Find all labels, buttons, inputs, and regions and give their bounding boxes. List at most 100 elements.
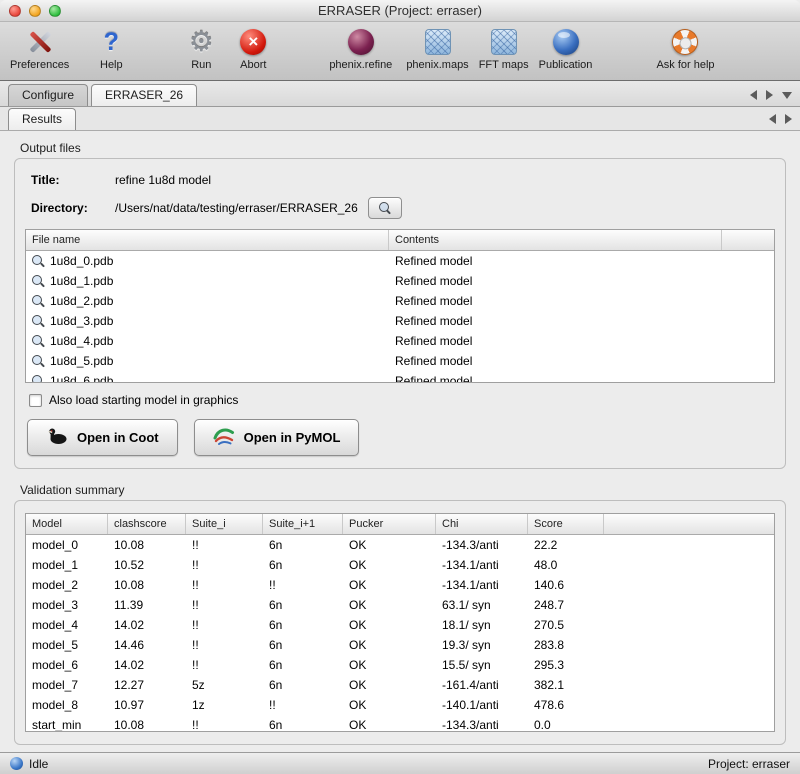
toolbar-label: phenix.maps (406, 59, 468, 71)
pucker-cell: OK (343, 715, 436, 731)
open-in-pymol-button[interactable]: Open in PyMOL (194, 419, 360, 456)
toolbar-button-publication[interactable]: Publication (535, 26, 597, 71)
toolbar-button-phenix-maps[interactable]: phenix.maps (402, 26, 472, 71)
open-in-coot-button[interactable]: Open in Coot (27, 419, 178, 456)
magnifier-icon (31, 314, 45, 328)
group-title: Output files (20, 141, 786, 155)
maroon-sphere-icon (348, 29, 374, 55)
zoom-window-button[interactable] (49, 5, 61, 17)
toolbar-button-preferences[interactable]: Preferences (6, 26, 73, 71)
tab-configure[interactable]: Configure (8, 84, 88, 106)
score-cell: 0.0 (528, 715, 604, 731)
close-window-button[interactable] (9, 5, 21, 17)
validation-table-body: model_0 10.08 !! 6n OK -134.3/anti 22.2 (26, 535, 774, 731)
chi-cell: -134.3/anti (436, 715, 528, 731)
validation-row[interactable]: model_7 12.27 5z 6n OK -161.4/anti 382.1 (26, 675, 774, 695)
file-row[interactable]: 1u8d_6.pdb Refined model (26, 371, 774, 382)
validation-row[interactable]: model_2 10.08 !! !! OK -134.1/anti 140.6 (26, 575, 774, 595)
validation-row[interactable]: model_0 10.08 !! 6n OK -134.3/anti 22.2 (26, 535, 774, 555)
tab-nav-controls (750, 90, 792, 106)
group-title: Validation summary (20, 483, 786, 497)
validation-row[interactable]: model_1 10.52 !! 6n OK -134.1/anti 48.0 (26, 555, 774, 575)
toolbar-label: Ask for help (656, 59, 714, 71)
clashscore-cell: 11.39 (108, 595, 186, 615)
output-files-table-body: 1u8d_0.pdb Refined model 1u8d_1.pdb Refi… (26, 251, 774, 382)
minimize-window-button[interactable] (29, 5, 41, 17)
directory-row: Directory: /Users/nat/data/testing/erras… (31, 197, 775, 219)
validation-row[interactable]: model_8 10.97 1z !! OK -140.1/anti 478.6 (26, 695, 774, 715)
toolbar-button-abort[interactable]: × Abort (229, 26, 277, 71)
column-header-score[interactable]: Score (528, 514, 604, 534)
browse-directory-button[interactable] (368, 197, 402, 219)
coot-bird-icon (46, 425, 68, 450)
file-row[interactable]: 1u8d_3.pdb Refined model (26, 311, 774, 331)
clashscore-cell: 14.02 (108, 655, 186, 675)
suite-i-cell: !! (186, 555, 263, 575)
results-panel: Output files Title: refine 1u8d model Di… (0, 131, 800, 752)
model-cell: model_1 (26, 555, 108, 575)
status-sphere-icon (10, 757, 23, 770)
directory-value: /Users/nat/data/testing/erraser/ERRASER_… (115, 201, 358, 215)
tab-list-dropdown-icon[interactable] (782, 92, 792, 99)
column-header-model[interactable]: Model (26, 514, 108, 534)
validation-row[interactable]: model_3 11.39 !! 6n OK 63.1/ syn 248.7 (26, 595, 774, 615)
score-cell: 295.3 (528, 655, 604, 675)
clashscore-cell: 14.02 (108, 615, 186, 635)
pucker-cell: OK (343, 635, 436, 655)
checkbox-label: Also load starting model in graphics (49, 393, 238, 407)
file-name-cell: 1u8d_0.pdb (26, 251, 389, 271)
title-label: Title: (31, 173, 115, 187)
scroll-subtabs-left-icon[interactable] (769, 114, 776, 124)
validation-row[interactable]: model_5 14.46 !! 6n OK 19.3/ syn 283.8 (26, 635, 774, 655)
tab-results[interactable]: Results (8, 108, 76, 130)
output-files-table: File name Contents 1u8d_0.pdb Refined mo… (25, 229, 775, 383)
column-header-clashscore[interactable]: clashscore (108, 514, 186, 534)
column-header-chi[interactable]: Chi (436, 514, 528, 534)
toolbar-button-phenix-refine[interactable]: phenix.refine (325, 26, 396, 71)
file-contents-cell: Refined model (389, 291, 722, 311)
file-row[interactable]: 1u8d_1.pdb Refined model (26, 271, 774, 291)
blue-lattice-icon (491, 29, 517, 55)
clashscore-cell: 10.08 (108, 575, 186, 595)
toolbar-button-ask-for-help[interactable]: Ask for help (652, 26, 718, 71)
suite-i-cell: !! (186, 535, 263, 555)
file-row[interactable]: 1u8d_4.pdb Refined model (26, 331, 774, 351)
pucker-cell: OK (343, 575, 436, 595)
load-starting-model-checkbox-row[interactable]: Also load starting model in graphics (29, 393, 775, 407)
file-row[interactable]: 1u8d_5.pdb Refined model (26, 351, 774, 371)
validation-row[interactable]: model_6 14.02 !! 6n OK 15.5/ syn 295.3 (26, 655, 774, 675)
scroll-tabs-left-icon[interactable] (750, 90, 757, 100)
column-header-file-name[interactable]: File name (26, 230, 389, 250)
validation-row[interactable]: start_min 10.08 !! 6n OK -134.3/anti 0.0 (26, 715, 774, 731)
clashscore-cell: 10.08 (108, 535, 186, 555)
file-row[interactable]: 1u8d_2.pdb Refined model (26, 291, 774, 311)
scroll-tabs-right-icon[interactable] (766, 90, 773, 100)
column-header-contents[interactable]: Contents (389, 230, 722, 250)
column-header-pucker[interactable]: Pucker (343, 514, 436, 534)
suite-i1-cell: 6n (263, 675, 343, 695)
tab-erraser-26[interactable]: ERRASER_26 (91, 84, 197, 106)
file-row[interactable]: 1u8d_0.pdb Refined model (26, 251, 774, 271)
blue-globe-icon (553, 29, 579, 55)
scroll-subtabs-right-icon[interactable] (785, 114, 792, 124)
model-cell: model_8 (26, 695, 108, 715)
magnifier-icon (31, 274, 45, 288)
load-starting-model-checkbox[interactable] (29, 394, 42, 407)
toolbar-button-run[interactable]: ⚙ Run (177, 26, 225, 71)
suite-i1-cell: 6n (263, 615, 343, 635)
pucker-cell: OK (343, 615, 436, 635)
column-header-suite-i1[interactable]: Suite_i+1 (263, 514, 343, 534)
sub-tab-bar: Results (0, 107, 800, 131)
column-header-suite-i[interactable]: Suite_i (186, 514, 263, 534)
score-cell: 382.1 (528, 675, 604, 695)
sub-tab-nav-controls (769, 114, 792, 130)
title-row: Title: refine 1u8d model (31, 173, 775, 187)
suite-i-cell: !! (186, 575, 263, 595)
question-mark-icon: ? (104, 28, 119, 56)
blue-lattice-icon (425, 29, 451, 55)
toolbar-button-help[interactable]: ? Help (87, 26, 135, 71)
chi-cell: 15.5/ syn (436, 655, 528, 675)
toolbar-button-fft-maps[interactable]: FFT maps (475, 26, 533, 71)
pucker-cell: OK (343, 555, 436, 575)
validation-row[interactable]: model_4 14.02 !! 6n OK 18.1/ syn 270.5 (26, 615, 774, 635)
